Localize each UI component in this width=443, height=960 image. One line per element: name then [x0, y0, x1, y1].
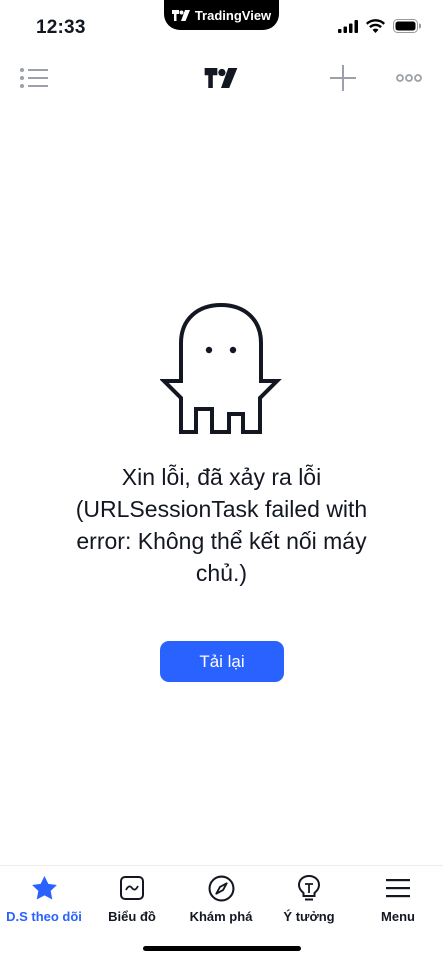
tab-label: Menu [381, 909, 415, 924]
compass-icon [207, 874, 235, 902]
more-dots-icon [396, 74, 422, 82]
lightbulb-icon [295, 874, 323, 902]
status-icons [338, 19, 421, 33]
top-nav [0, 52, 443, 104]
more-button[interactable] [392, 62, 426, 94]
plus-icon [330, 65, 356, 91]
tradingview-mini-logo-icon [171, 9, 190, 21]
tab-chart[interactable]: Biểu đồ [88, 874, 176, 924]
tab-label: Ý tưởng [283, 909, 335, 924]
tab-label: Biểu đồ [108, 909, 156, 924]
star-icon [30, 874, 58, 902]
tab-label: D.S theo dõi [6, 909, 82, 924]
home-indicator[interactable] [143, 946, 301, 951]
ghost-icon [160, 303, 282, 434]
tab-label: Khám phá [189, 909, 253, 924]
status-time: 12:33 [36, 17, 86, 38]
app-screen: 12:33 TradingView Xin lỗi, đã xảy ra lỗi… [0, 0, 443, 960]
dynamic-island: TradingView [164, 0, 279, 30]
wifi-icon [366, 19, 385, 33]
island-app-name: TradingView [194, 7, 272, 23]
chart-icon [118, 874, 146, 902]
tab-watchlist[interactable]: D.S theo dõi [0, 874, 88, 924]
battery-icon [393, 19, 421, 33]
tradingview-logo-icon [204, 68, 238, 88]
tab-explore[interactable]: Khám phá [177, 874, 265, 924]
tab-ideas[interactable]: Ý tưởng [265, 874, 353, 924]
watchlist-list-button[interactable] [14, 62, 54, 94]
menu-icon [384, 874, 412, 902]
reload-button[interactable]: Tải lại [160, 641, 284, 682]
list-icon [20, 68, 48, 88]
tradingview-logo [200, 64, 242, 92]
status-bar: 12:33 TradingView [0, 0, 443, 52]
error-message: Xin lỗi, đã xảy ra lỗi (URLSessionTask f… [75, 464, 368, 586]
cellular-signal-icon [338, 19, 358, 33]
add-button[interactable] [326, 62, 360, 94]
tab-menu[interactable]: Menu [354, 874, 442, 924]
